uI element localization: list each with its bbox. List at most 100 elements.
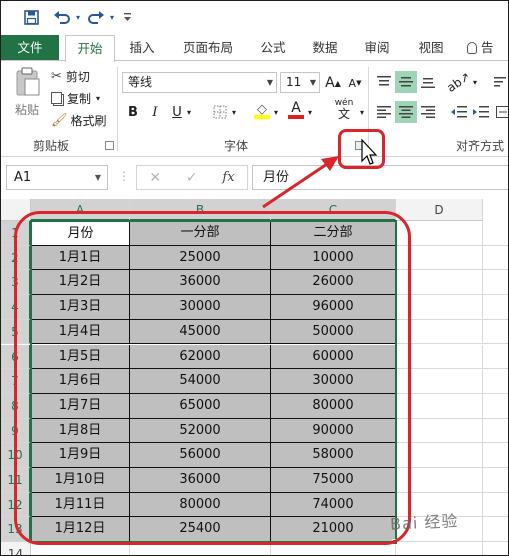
column-header-D[interactable]: D: [396, 199, 483, 221]
column-header-B[interactable]: B: [130, 199, 271, 221]
cell-B5[interactable]: 45000: [130, 319, 271, 345]
cell-E14[interactable]: [483, 542, 508, 555]
cell-E8[interactable]: [483, 394, 508, 419]
row-header-11[interactable]: 11: [1, 468, 31, 493]
cell-C8[interactable]: 80000: [271, 393, 396, 419]
fill-color-dropdown-icon[interactable]: ▾: [271, 101, 281, 123]
cell-A3[interactable]: 1月2日: [31, 270, 130, 296]
cell-A8[interactable]: 1月7日: [31, 393, 130, 419]
cell-B6[interactable]: 62000: [130, 344, 271, 370]
cell-C9[interactable]: 90000: [271, 418, 396, 444]
save-icon[interactable]: [21, 7, 41, 27]
cell-B4[interactable]: 30000: [130, 295, 271, 320]
tab-insert[interactable]: 插入: [119, 35, 165, 61]
cell-D5[interactable]: [396, 319, 483, 345]
cut-button[interactable]: ✂ 剪切: [51, 67, 90, 85]
font-name-select[interactable]: 等线 ▼: [122, 72, 277, 93]
cell-A9[interactable]: 1月8日: [31, 418, 130, 444]
select-all-corner[interactable]: [1, 199, 31, 221]
cell-D9[interactable]: [396, 418, 483, 444]
cell-B3[interactable]: 36000: [130, 270, 271, 296]
row-header-13[interactable]: 13: [1, 517, 31, 543]
decrease-indent-button[interactable]: [448, 101, 470, 123]
row-header-6[interactable]: 6: [1, 344, 31, 370]
column-header-C[interactable]: C: [271, 199, 396, 221]
align-left-button[interactable]: [373, 101, 395, 123]
cell-C10[interactable]: 58000: [271, 443, 396, 468]
name-box[interactable]: A1 ▼: [6, 165, 108, 190]
row-header-9[interactable]: 9: [1, 418, 31, 444]
font-dialog-launcher-icon[interactable]: [355, 141, 364, 150]
cell-E7[interactable]: [483, 369, 508, 394]
bold-button[interactable]: B: [122, 101, 144, 123]
cell-B9[interactable]: 52000: [130, 418, 271, 444]
column-header-A[interactable]: A: [31, 199, 130, 221]
row-header-8[interactable]: 8: [1, 393, 31, 419]
cell-E10[interactable]: [483, 443, 508, 468]
align-center-button[interactable]: [395, 101, 417, 123]
font-color-dropdown-icon[interactable]: ▾: [305, 101, 315, 123]
tab-review[interactable]: 审阅: [355, 35, 399, 61]
tab-view[interactable]: 视图: [409, 35, 453, 61]
font-color-button[interactable]: A: [285, 99, 307, 121]
insert-function-icon[interactable]: fx: [222, 170, 234, 185]
cell-A10[interactable]: 1月9日: [31, 443, 130, 468]
cell-E11[interactable]: [483, 468, 508, 493]
cell-D3[interactable]: [396, 270, 483, 296]
cell-C13[interactable]: 21000: [271, 517, 396, 543]
row-header-2[interactable]: 2: [1, 245, 31, 271]
paste-button[interactable]: 粘贴: [9, 67, 45, 127]
undo-dropdown-icon[interactable]: ▾: [73, 7, 83, 27]
cell-C14[interactable]: [271, 542, 396, 555]
increase-indent-button[interactable]: [470, 101, 492, 123]
cell-D1[interactable]: [396, 221, 483, 246]
formula-bar-grip-icon[interactable]: ⋮: [118, 169, 130, 183]
cell-A7[interactable]: 1月6日: [31, 369, 130, 394]
cell-A13[interactable]: 1月12日: [31, 517, 130, 543]
orientation-dropdown-icon[interactable]: ▾: [470, 71, 480, 93]
cell-D4[interactable]: [396, 295, 483, 320]
cell-E1[interactable]: [483, 221, 508, 246]
cell-D11[interactable]: [396, 468, 483, 493]
cell-B1[interactable]: 一分部: [130, 221, 271, 246]
fill-handle[interactable]: [392, 539, 398, 546]
merge-center-button[interactable]: [492, 101, 508, 123]
copy-dropdown-icon[interactable]: ▾: [96, 94, 100, 103]
row-header-5[interactable]: 5: [1, 319, 31, 345]
cell-B7[interactable]: 54000: [130, 369, 271, 394]
customize-qat-icon[interactable]: [121, 7, 133, 27]
undo-icon[interactable]: [51, 7, 73, 27]
cell-A11[interactable]: 1月10日: [31, 468, 130, 493]
cell-C5[interactable]: 50000: [271, 319, 396, 345]
top-align-button[interactable]: [373, 71, 395, 93]
cell-A14[interactable]: [31, 542, 130, 555]
redo-dropdown-icon[interactable]: ▾: [107, 7, 117, 27]
cell-E2[interactable]: [483, 246, 508, 271]
align-right-button[interactable]: [417, 101, 439, 123]
cell-A1[interactable]: 月份: [31, 221, 130, 246]
row-header-1[interactable]: 1: [1, 221, 31, 246]
cell-C1[interactable]: 二分部: [271, 221, 396, 246]
row-header-7[interactable]: 7: [1, 369, 31, 394]
row-header-10[interactable]: 10: [1, 443, 31, 468]
cell-D6[interactable]: [396, 344, 483, 370]
orientation-button[interactable]: ab↗: [445, 69, 474, 95]
tab-file[interactable]: 文件: [1, 35, 59, 61]
middle-align-button[interactable]: [395, 71, 417, 93]
cell-E6[interactable]: [483, 345, 508, 370]
row-header-3[interactable]: 3: [1, 270, 31, 296]
cell-C11[interactable]: 75000: [271, 468, 396, 493]
cell-A6[interactable]: 1月5日: [31, 344, 130, 370]
cell-B13[interactable]: 25400: [130, 517, 271, 543]
cell-D8[interactable]: [396, 393, 483, 419]
enter-icon[interactable]: ✓: [186, 170, 198, 186]
cell-E5[interactable]: [483, 320, 508, 345]
tab-data[interactable]: 数据: [303, 35, 347, 61]
cell-E3[interactable]: [483, 270, 508, 296]
cell-E12[interactable]: [483, 493, 508, 518]
row-header-14[interactable]: 14: [1, 542, 31, 555]
tab-page-layout[interactable]: 页面布局: [173, 35, 243, 61]
phonetic-button[interactable]: wén 文: [331, 98, 357, 121]
bottom-align-button[interactable]: [417, 71, 439, 93]
underline-dropdown-icon[interactable]: ▾: [184, 101, 194, 123]
